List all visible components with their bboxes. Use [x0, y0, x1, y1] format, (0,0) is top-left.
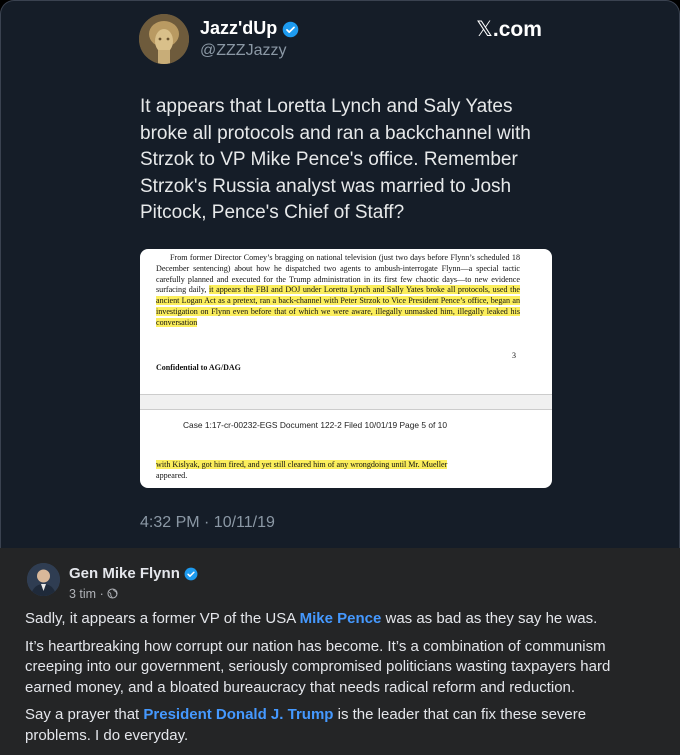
document-continuation-highlight: with Kislyak, got him fired, and yet sti…	[156, 460, 448, 469]
document-page-number: 3	[512, 351, 516, 360]
tweet-author-avatar[interactable]	[139, 14, 189, 64]
fb-author-name[interactable]: Gen Mike Flynn	[69, 565, 180, 582]
fb-author-name-row[interactable]: Gen Mike Flynn	[69, 565, 198, 582]
fb-meta-separator: ·	[99, 587, 104, 601]
fb-text: Sadly, it appears a former VP of the USA	[25, 610, 300, 627]
document-continuation-text: appeared.	[156, 470, 188, 480]
statue-avatar-icon	[139, 14, 189, 64]
fb-paragraph-1: Sadly, it appears a former VP of the USA…	[25, 609, 645, 630]
fb-author-avatar[interactable]	[27, 563, 60, 596]
document-paragraph-highlight: it appears the FBI and DOJ under Loretta…	[156, 285, 521, 327]
tweet-author-name[interactable]: Jazz'dUp	[200, 18, 277, 38]
tweet-author-handle[interactable]: @ZZZJazzy	[200, 42, 286, 60]
fb-post-time[interactable]: 3 tim	[69, 587, 96, 601]
document-paragraph: From former Director Comey’s bragging on…	[156, 253, 521, 329]
x-logo-icon: 𝕏	[476, 17, 493, 41]
fb-text: Say a prayer that	[25, 706, 144, 723]
facebook-post: Gen Mike Flynn 3 tim · Sadly, it appears…	[0, 548, 680, 755]
document-case-header: Case 1:17-cr-00232-EGS Document 122-2 Fi…	[183, 420, 447, 430]
fb-paragraph-3: Say a prayer that President Donald J. Tr…	[25, 705, 645, 746]
verified-badge-icon	[184, 567, 198, 581]
globe-icon[interactable]	[107, 588, 118, 599]
mention-mike-pence[interactable]: Mike Pence	[300, 610, 382, 627]
fb-paragraph-2: It’s heartbreaking how corrupt our natio…	[25, 637, 611, 696]
tweet-document-image[interactable]: From former Director Comey’s bragging on…	[140, 249, 552, 488]
document-page-break	[140, 394, 552, 410]
fb-post-meta: 3 tim ·	[69, 587, 118, 601]
tweet-text: It appears that Loretta Lynch and Saly Y…	[140, 96, 531, 223]
profile-photo-icon	[27, 563, 60, 596]
fb-text: was as bad as they say he was.	[381, 610, 598, 627]
tweet-author-name-row[interactable]: Jazz'dUp	[200, 18, 299, 39]
x-com-logo[interactable]: 𝕏.com	[476, 17, 542, 42]
x-com-label: .com	[492, 18, 542, 41]
mention-donald-trump[interactable]: President Donald J. Trump	[143, 706, 333, 723]
verified-badge-icon	[283, 21, 299, 38]
document-confidential-label: Confidential to AG/DAG	[156, 363, 241, 372]
fb-post-body: Sadly, it appears a former VP of the USA…	[25, 609, 645, 753]
tweet-card: Jazz'dUp @ZZZJazzy 𝕏.com It appears that…	[0, 0, 680, 548]
document-continuation: with Kislyak, got him fired, and yet sti…	[156, 460, 520, 482]
tweet-timestamp[interactable]: 4:32 PM · 10/11/19	[140, 514, 275, 532]
